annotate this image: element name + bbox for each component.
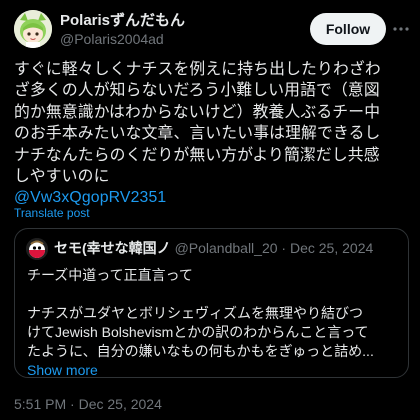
author-avatar[interactable] (14, 10, 52, 48)
post-date: Dec 25, 2024 (78, 396, 162, 412)
polandball-avatar-icon (26, 238, 48, 260)
quoted-line: たように、自分の嫌いなもの何もかもをぎゅっと詰め... (27, 343, 374, 359)
more-options-button[interactable] (391, 19, 411, 39)
tweet-body: すぐに軽々しくナチスを例えに持ち出したりわざわ ざ多くの人が知らないだろう小難し… (14, 59, 409, 209)
quoted-line: ナチスがユダヤとボリシェヴィズムを無理やり結びつ (27, 305, 363, 321)
more-horizontal-icon (393, 27, 409, 31)
tweet-line: しやすいのに (14, 168, 110, 186)
tweet-line: 的か無意識かはわからないけど）教養人ぶるチー中 (14, 103, 381, 121)
post-timestamp[interactable]: 5:51 PM · Dec 25, 2024 (14, 396, 162, 412)
author-names: Polarisずんだもん @Polaris2004ad (60, 12, 185, 48)
show-more-link[interactable]: Show more (27, 361, 405, 377)
tweet-line: ナチなんたらのくだりが無い方がより簡潔だし共感 (14, 146, 380, 164)
author-handle[interactable]: @Polaris2004ad (60, 30, 185, 48)
quoted-separator: · (281, 240, 287, 256)
quoted-tweet-body: チーズ中道って正直言って ナチスがユダヤとボリシェヴィズムを無理やり結びつ けて… (27, 266, 405, 377)
tweet-header: Polarisずんだもん @Polaris2004ad Follow (14, 10, 409, 48)
post-time: 5:51 PM (14, 396, 67, 412)
quoted-author-avatar (26, 238, 48, 260)
author-display-name[interactable]: Polarisずんだもん (60, 12, 185, 30)
quoted-line: けてJewish Bolshevismとかの訳のわからんこと言って (27, 324, 369, 340)
quoted-line (27, 285, 405, 304)
quoted-tweet[interactable]: セモ(幸せな韓国ノ @Polandball_20 · Dec 25, 2024 … (14, 228, 409, 378)
post-separator: · (70, 396, 75, 412)
zundamon-avatar-icon (14, 10, 52, 48)
quoted-tweet-header: セモ(幸せな韓国ノ @Polandball_20 · Dec 25, 2024 (54, 239, 400, 257)
quoted-date: Dec 25, 2024 (289, 240, 374, 256)
follow-button[interactable]: Follow (310, 13, 386, 45)
translate-post-link[interactable]: Translate post (14, 206, 90, 220)
quoted-author-name: セモ(幸せな韓国ノ (54, 240, 171, 256)
tweet-line: のお手本みたいな文章、言いたい事は理解できるし (14, 125, 381, 143)
tweet-line: すぐに軽々しくナチスを例えに持ち出したりわざわ (14, 61, 381, 78)
quoted-line: チーズ中道って正直言って (27, 267, 193, 283)
quoted-author-handle: @Polandball_20 (174, 240, 278, 256)
tweet-line: ざ多くの人が知らないだろう小難しい用語で（意図 (14, 82, 380, 100)
